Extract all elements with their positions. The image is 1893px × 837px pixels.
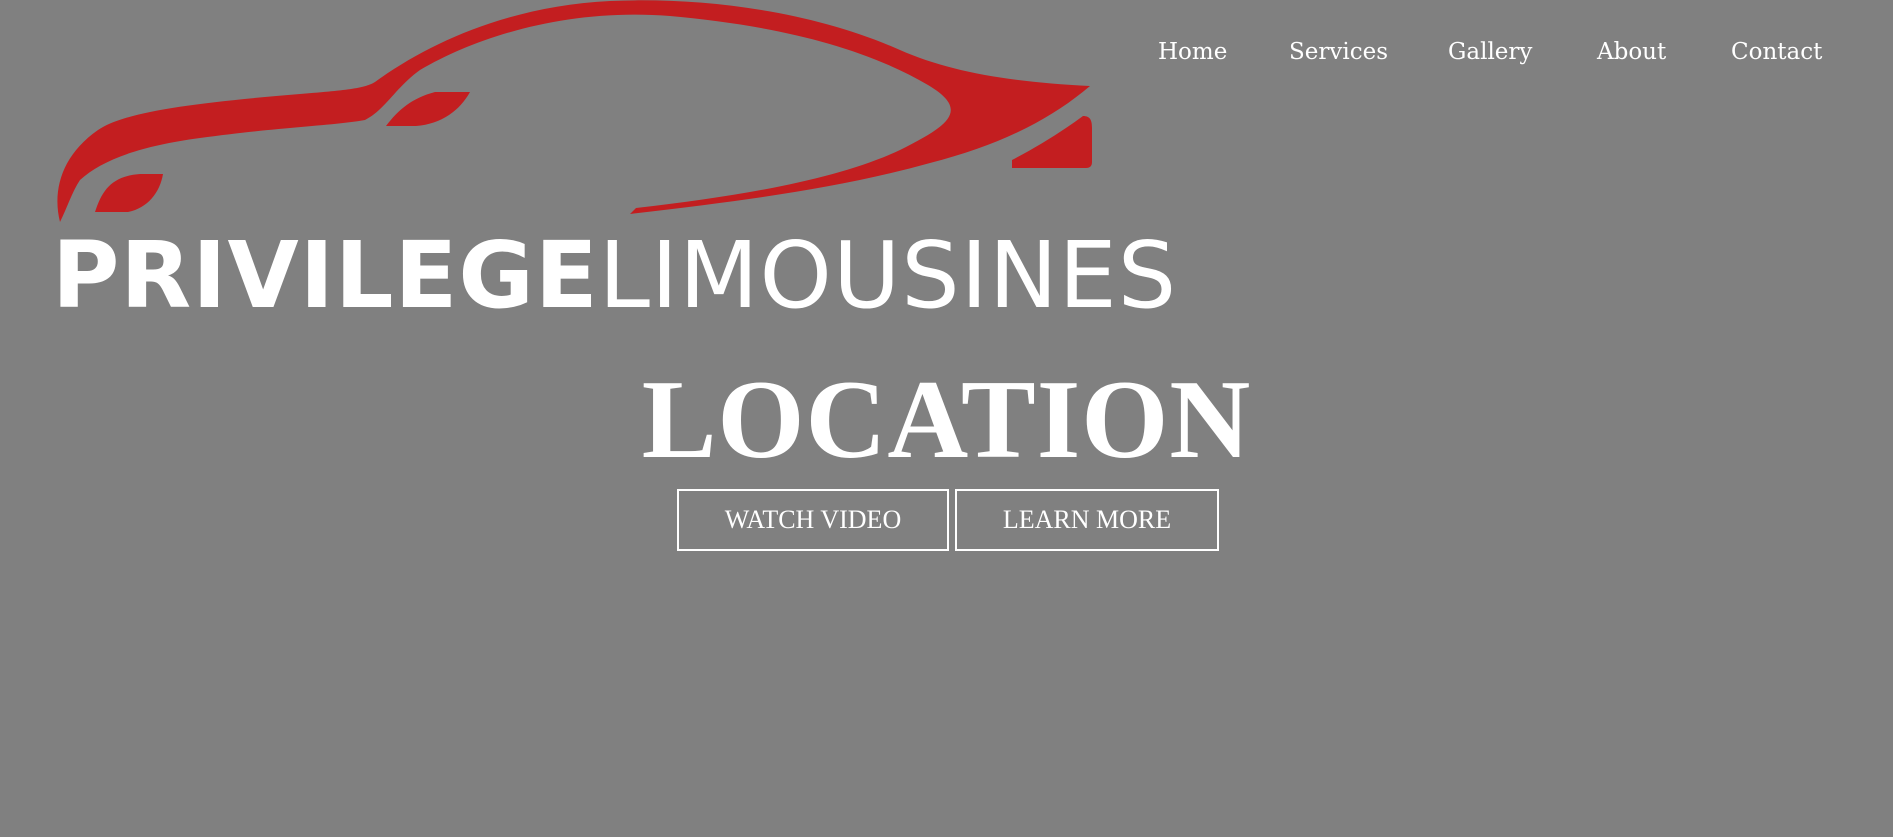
nav-item-gallery[interactable]: Gallery	[1448, 36, 1532, 68]
logo-wordmark: PRIVILEGELIMOUSINES	[52, 222, 1176, 330]
page: { "logo": { "text_bold": "PRIVILEGE", "t…	[0, 0, 1893, 837]
nav-item-home[interactable]: Home	[1158, 36, 1227, 68]
nav-item-contact[interactable]: Contact	[1731, 36, 1822, 68]
hero-title: LOCATION	[641, 358, 1252, 482]
logo-text-bold: PRIVILEGE	[52, 222, 599, 329]
main-nav: Home Services Gallery About Contact	[0, 36, 1893, 68]
nav-item-about[interactable]: About	[1597, 36, 1666, 68]
nav-item-services[interactable]: Services	[1289, 36, 1388, 68]
learn-more-button[interactable]: LEARN MORE	[955, 489, 1219, 551]
watch-video-button[interactable]: WATCH VIDEO	[677, 489, 949, 551]
logo-text-light: LIMOUSINES	[598, 222, 1178, 329]
